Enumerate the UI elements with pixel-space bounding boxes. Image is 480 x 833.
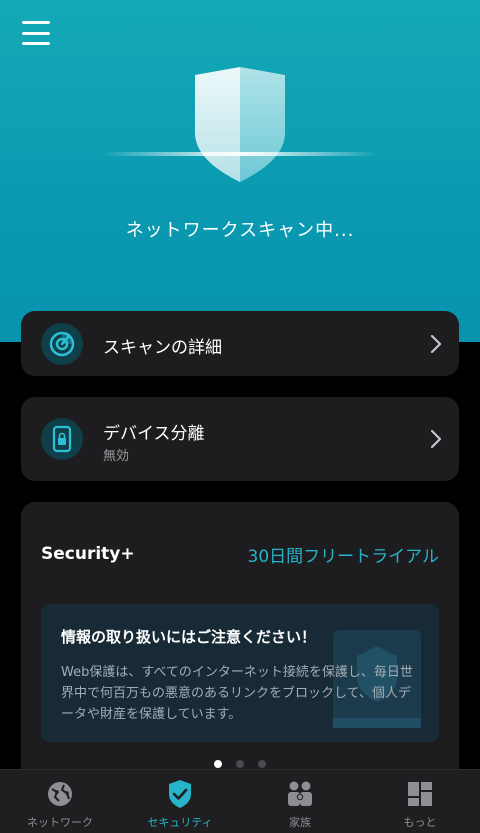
pagination-dot[interactable]	[258, 760, 266, 768]
chevron-right-icon	[430, 429, 442, 449]
carousel-pagination	[0, 760, 480, 768]
info-carousel-slide[interactable]: 情報の取り扱いにはご注意ください！ Web保護は、すべてのインターネット接続を保…	[41, 604, 439, 742]
globe-icon	[45, 779, 75, 809]
tab-family-label: 家族	[289, 816, 311, 829]
grid-icon	[405, 779, 435, 809]
family-icon	[285, 779, 315, 809]
tab-more[interactable]: もっと	[360, 770, 480, 833]
tab-network[interactable]: ネットワーク	[0, 770, 120, 833]
menu-button[interactable]	[22, 21, 50, 45]
security-plus-card: Security+ 30日間フリートライアル 情報の取り扱いにはご注意ください！…	[21, 502, 459, 782]
tab-security-label: セキュリティ	[147, 816, 213, 829]
chevron-right-icon	[430, 334, 442, 354]
menu-bar	[22, 31, 50, 35]
scan-details-card[interactable]: スキャンの詳細	[21, 311, 459, 376]
shield-icon	[195, 67, 285, 182]
tab-family[interactable]: 家族	[240, 770, 360, 833]
shield-check-icon	[165, 779, 195, 809]
info-body-text: Web保護は、すべてのインターネット接続を保護し、毎日世界中で何百万もの悪意のあ…	[61, 665, 413, 722]
scan-line	[100, 152, 380, 156]
scan-hero: ネットワークスキャン中...	[0, 0, 480, 342]
device-isolation-status: 無効	[103, 449, 130, 464]
menu-bar	[22, 42, 50, 45]
bottom-tab-bar: ネットワーク セキュリティ 家族 もっと	[0, 769, 480, 833]
device-isolation-title: デバイス分離	[103, 424, 205, 444]
scan-status-text: ネットワークスキャン中...	[125, 220, 355, 241]
free-trial-link[interactable]: 30日間フリートライアル	[248, 542, 439, 567]
menu-bar	[22, 21, 50, 24]
device-isolation-card[interactable]: デバイス分離 無効	[21, 397, 459, 481]
info-heading: 情報の取り扱いにはご注意ください！	[61, 628, 317, 646]
security-plus-title: Security+	[41, 544, 135, 564]
tab-more-label: もっと	[403, 816, 437, 829]
pagination-dot[interactable]	[236, 760, 244, 768]
device-lock-icon	[41, 418, 83, 460]
radar-icon	[41, 323, 83, 365]
tab-security[interactable]: セキュリティ	[120, 770, 240, 833]
tab-network-label: ネットワーク	[27, 816, 93, 829]
security-screen: ネットワークスキャン中... スキャンの詳細 デバイス分離 無効 Securit…	[0, 0, 480, 833]
scanning-shield	[100, 60, 380, 190]
pagination-dot-active[interactable]	[214, 760, 222, 768]
scan-details-title: スキャンの詳細	[103, 338, 222, 358]
